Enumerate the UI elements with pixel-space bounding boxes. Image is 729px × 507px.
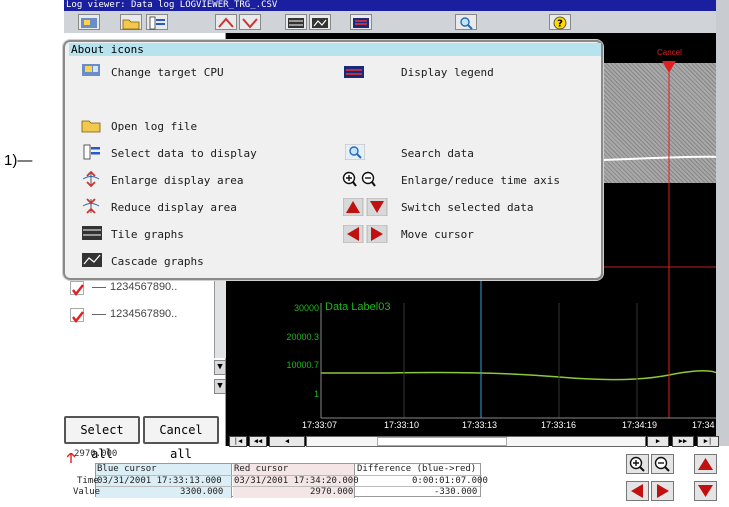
last-page-button[interactable]: ▶| [697,436,719,447]
y-tick: 30000 [293,303,319,313]
display-legend-icon[interactable] [350,14,372,30]
data-series-label: Data Label03 [325,301,391,313]
left-right-triangle-icon [342,224,389,244]
move-cursor-left-button[interactable] [626,481,649,501]
icon-label: Move cursor [401,228,474,241]
triangle-up-icon [698,458,713,470]
up-down-triangle-icon [342,197,389,217]
checkbox-checked[interactable] [70,308,84,323]
blue-time: 03/31/2001 17:33:13.000 [97,476,222,486]
triangle-right-icon [657,484,669,498]
legend-label: 1234567890.. [110,281,178,293]
zoom-in-button[interactable] [626,454,649,474]
tile-graphs-icon[interactable] [285,14,307,30]
time-label: Time [77,476,99,486]
svg-text:?: ? [557,19,563,30]
window-title: Log viewer: Data log LOGVIEWER_TRG_.CSV [64,0,729,11]
triangle-down-icon [698,485,713,497]
zoom-in-out-icon [341,171,381,187]
popup-title: About icons [69,43,601,56]
prev-page-button[interactable]: ◀◀ [249,436,267,447]
select-data-icon[interactable] [146,14,168,30]
icon-label: Change target CPU [111,66,224,79]
help-icon[interactable]: ? [549,14,571,30]
icon-label: Select data to display [111,147,257,160]
callout-label: 1)— [4,152,33,169]
reduce-area-icon [81,198,100,214]
switch-data-down-button[interactable] [694,481,717,501]
select-all-button[interactable]: Select all [64,416,140,461]
time-scrollbar[interactable] [306,436,646,447]
zoom-out-button[interactable] [651,454,674,474]
search-data-icon[interactable] [455,14,477,30]
cancel-marker-label: Cancel [657,48,682,57]
enlarge-area-icon[interactable] [215,14,237,30]
toolbar: ? [64,11,729,33]
scroll-last-button[interactable]: ▼ [214,379,226,394]
y-tick: 20000.3 [286,332,319,342]
difference-header: Difference (blue->red) [357,464,477,474]
cancel-all-button[interactable]: Cancel all [143,416,219,461]
move-cursor-right-button[interactable] [651,481,674,501]
red-cursor-marker-icon [66,448,76,463]
about-icons-popup: About icons Change target CPU Display le… [62,39,604,281]
red-cursor-header: Red cursor [234,464,289,474]
value-label: Value [73,487,101,497]
select-data-icon [81,144,100,160]
bottom-panel: Select all Cancel all |◀ ◀◀ ◀ ▶ ▶▶ ▶| 29… [0,410,729,507]
blue-cursor-header: Blue cursor [97,464,157,474]
icon-label: Cascade graphs [111,255,204,268]
reduce-area-icon[interactable] [239,14,261,30]
icon-label: Reduce display area [111,201,237,214]
top-value: 2970.000 [74,449,118,459]
folder-open-icon [81,117,101,133]
time-scrollbar-thumb[interactable] [377,437,507,446]
red-time: 03/31/2001 17:34:20.000 [234,476,359,486]
log-viewer-app: 1)— Log viewer: Data log LOGVIEWER_TRG_.… [0,0,729,507]
cascade-graphs-icon[interactable] [309,14,331,30]
icon-label: Display legend [401,66,494,79]
tile-graphs-icon [81,225,102,241]
icon-label: Search data [401,147,474,160]
folder-open-icon[interactable] [120,14,142,30]
next-step-button[interactable]: ▶ [647,436,669,447]
next-page-button[interactable]: ▶▶ [672,436,694,447]
blue-value: 3300.000 [180,487,224,497]
icon-label: Switch selected data [401,201,534,214]
enlarge-area-icon [81,170,100,188]
cascade-graphs-icon [81,252,102,268]
checkbox-checked[interactable] [70,281,84,296]
zoom-in-icon [629,456,645,472]
switch-data-up-button[interactable] [694,454,717,474]
right-scrollbar[interactable] [716,0,729,446]
change-cpu-icon[interactable] [78,14,100,30]
red-value: 2970.000 [310,487,354,497]
icon-label: Open log file [111,120,198,133]
icon-label: Tile graphs [111,228,184,241]
prev-step-button[interactable]: ◀ [269,436,305,447]
zoom-out-icon [654,456,670,472]
display-legend-icon [343,64,364,80]
icon-label: Enlarge display area [111,174,244,187]
diff-value: -330.000 [434,487,478,497]
diff-time: 0:00:01:07.000 [412,476,488,486]
y-tick: 10000.7 [286,360,319,370]
icon-label: Enlarge/reduce time axis [401,174,560,187]
scroll-down-button[interactable]: ▼ [214,360,226,375]
first-page-button[interactable]: |◀ [229,436,247,447]
legend-label: 1234567890.. [110,308,178,320]
magnifier-icon [344,143,366,161]
y-tick: 1 [313,389,319,399]
triangle-left-icon [631,484,643,498]
change-cpu-icon [81,62,100,78]
